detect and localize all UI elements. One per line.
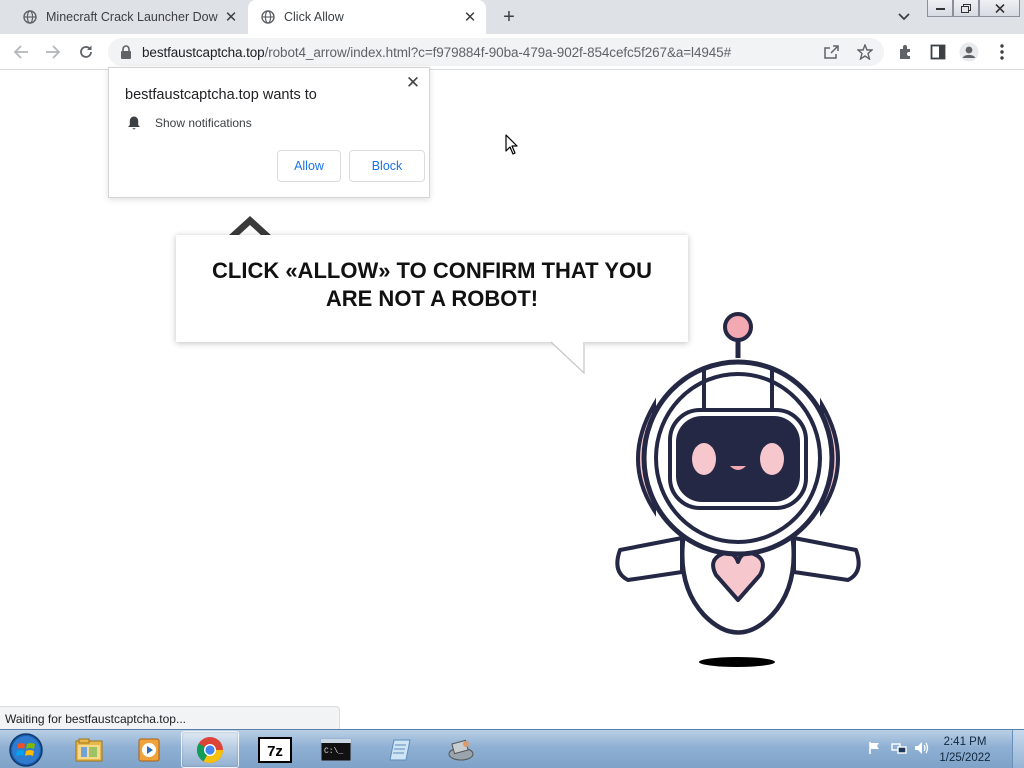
mouse-cursor-icon bbox=[505, 134, 519, 156]
taskbar-explorer-button[interactable] bbox=[60, 731, 118, 768]
address-bar[interactable]: bestfaustcaptcha.top/robot4_arrow/index.… bbox=[108, 38, 884, 66]
allow-button[interactable]: Allow bbox=[277, 150, 341, 182]
window-controls bbox=[927, 0, 1020, 18]
close-icon[interactable]: ✕ bbox=[461, 8, 479, 26]
back-button[interactable] bbox=[9, 40, 33, 64]
tab-title: Minecraft Crack Launcher Downl bbox=[46, 10, 218, 24]
show-desktop-button[interactable] bbox=[1012, 730, 1024, 768]
tab-title: Click Allow bbox=[284, 10, 344, 24]
chevron-down-icon[interactable] bbox=[895, 9, 913, 25]
screen: Minecraft Crack Launcher Downl ✕ Click A… bbox=[0, 0, 1024, 768]
reload-button[interactable] bbox=[74, 40, 98, 64]
svg-text:C:\_: C:\_ bbox=[324, 747, 343, 756]
lock-icon[interactable] bbox=[120, 45, 134, 59]
url-text[interactable]: bestfaustcaptcha.top/robot4_arrow/index.… bbox=[142, 45, 731, 60]
minimize-button[interactable] bbox=[927, 0, 953, 17]
close-icon[interactable]: ✕ bbox=[222, 8, 240, 26]
side-panel-icon[interactable] bbox=[928, 42, 948, 62]
block-button[interactable]: Block bbox=[349, 150, 425, 182]
share-icon[interactable] bbox=[824, 44, 840, 60]
chrome-icon bbox=[196, 736, 224, 763]
permission-label: Show notifications bbox=[155, 116, 252, 130]
notification-permission-prompt: bestfaustcaptcha.top wants to ✕ Show not… bbox=[108, 67, 430, 198]
new-tab-button[interactable]: + bbox=[498, 6, 520, 28]
clock-date: 1/25/2022 bbox=[939, 752, 991, 764]
7zip-icon: 7z bbox=[258, 736, 292, 763]
clock-time: 2:41 PM bbox=[943, 736, 987, 748]
globe-icon bbox=[22, 9, 38, 25]
speech-bubble-tail bbox=[550, 341, 590, 375]
tab-strip: Minecraft Crack Launcher Downl ✕ Click A… bbox=[0, 0, 1024, 34]
bell-icon bbox=[127, 115, 141, 131]
prompt-title: bestfaustcaptcha.top wants to bbox=[125, 87, 317, 103]
profile-avatar-icon[interactable] bbox=[959, 42, 979, 62]
taskbar-chrome-button[interactable] bbox=[181, 731, 239, 768]
extensions-icon[interactable] bbox=[896, 42, 916, 62]
network-app-icon bbox=[448, 739, 474, 760]
url-domain: bestfaustcaptcha.top bbox=[142, 45, 265, 60]
tab-click-allow[interactable]: Click Allow ✕ bbox=[248, 0, 486, 34]
taskbar-media-player-button[interactable] bbox=[120, 731, 178, 768]
robot-illustration bbox=[612, 310, 864, 670]
start-button[interactable] bbox=[6, 731, 46, 768]
close-window-button[interactable] bbox=[979, 0, 1020, 17]
svg-text:7z: 7z bbox=[267, 743, 283, 760]
status-bar: Waiting for bestfaustcaptcha.top... bbox=[0, 706, 340, 729]
taskbar: 7z C:\_ 2:41 PM 1/25/2022 bbox=[0, 729, 1024, 768]
close-icon[interactable]: ✕ bbox=[405, 73, 421, 92]
notepad-icon bbox=[389, 739, 411, 760]
terminal-icon: C:\_ bbox=[320, 738, 352, 761]
media-player-icon bbox=[138, 738, 160, 761]
volume-icon[interactable] bbox=[913, 739, 931, 757]
forward-button[interactable] bbox=[41, 40, 65, 64]
action-center-flag-icon[interactable] bbox=[866, 739, 884, 757]
tab-minecraft[interactable]: Minecraft Crack Launcher Downl ✕ bbox=[8, 0, 248, 34]
url-path: /robot4_arrow/index.html?c=f979884f-90ba… bbox=[264, 45, 731, 60]
globe-icon bbox=[260, 9, 276, 25]
system-clock[interactable]: 2:41 PM 1/25/2022 bbox=[930, 734, 1000, 766]
menu-dots-icon[interactable] bbox=[992, 42, 1012, 62]
folder-icon bbox=[75, 738, 103, 761]
page-headline: CLICK «ALLOW» TO CONFIRM THAT YOU ARE NO… bbox=[212, 258, 652, 311]
browser-toolbar: bestfaustcaptcha.top/robot4_arrow/index.… bbox=[0, 34, 1024, 70]
taskbar-network-button[interactable] bbox=[432, 731, 490, 768]
star-icon[interactable] bbox=[857, 44, 873, 60]
taskbar-cmd-button[interactable]: C:\_ bbox=[307, 731, 365, 768]
taskbar-notepad-button[interactable] bbox=[370, 731, 428, 768]
restore-button[interactable] bbox=[953, 0, 979, 17]
network-icon[interactable] bbox=[890, 739, 908, 757]
taskbar-7zip-button[interactable]: 7z bbox=[246, 731, 304, 768]
